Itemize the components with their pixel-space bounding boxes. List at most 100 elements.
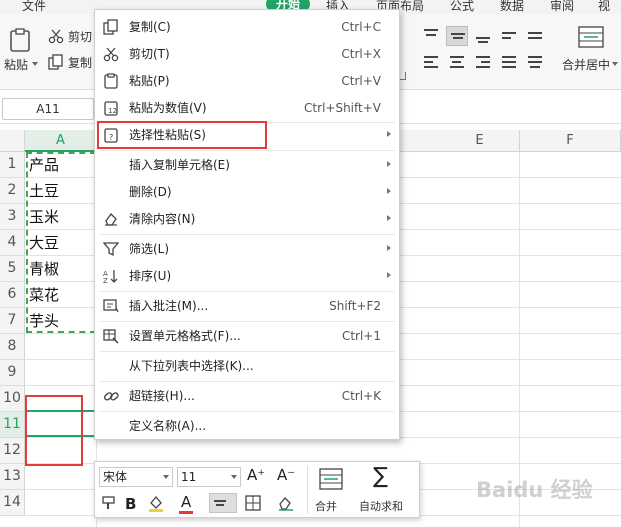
format-painter-icon[interactable] [101, 495, 117, 511]
format-cells-icon [103, 329, 119, 344]
row-header-6[interactable]: 6 [0, 282, 25, 308]
menu-item-shortcut: Ctrl+1 [341, 329, 381, 343]
merge-dropdown-arrow[interactable] [612, 62, 618, 66]
borders-icon[interactable] [245, 495, 263, 511]
autosum-button[interactable]: 自动求和 [359, 498, 403, 514]
merge-cells-icon [319, 468, 343, 490]
filter-icon [103, 242, 119, 257]
column-header-a[interactable]: A [25, 130, 97, 152]
name-box[interactable]: A11 [2, 98, 94, 120]
tab-data[interactable]: 数据 [500, 0, 524, 14]
fill-color-icon[interactable] [147, 494, 165, 512]
font-size-value: 11 [181, 470, 197, 484]
menu-item-shortcut: Ctrl+Shift+V [304, 101, 381, 115]
menu-item-paste[interactable]: 粘贴(P) Ctrl+V [95, 68, 399, 94]
paste-dropdown-arrow[interactable] [32, 62, 38, 66]
merge-center-button[interactable]: 合并居中 [562, 56, 610, 73]
submenu-arrow-icon [387, 245, 391, 251]
menu-item-define-name[interactable]: 定义名称(A)... [95, 413, 399, 439]
comment-icon [103, 299, 119, 313]
column-header-f[interactable]: F [520, 130, 621, 152]
align-middle-button[interactable] [446, 26, 468, 46]
menu-item-hyperlink[interactable]: 超链接(H)... Ctrl+K [95, 383, 399, 409]
row-header-9[interactable]: 9 [0, 360, 25, 386]
paste-icon[interactable] [8, 28, 32, 52]
cut-button[interactable]: 剪切 [68, 28, 92, 45]
tab-formula[interactable]: 公式 [450, 0, 474, 14]
distributed-button[interactable] [524, 52, 546, 72]
row-header-2[interactable]: 2 [0, 178, 25, 204]
menu-item-shortcut: Shift+F2 [329, 299, 381, 313]
menu-item-clear-contents[interactable]: 清除内容(N) [95, 206, 399, 232]
menu-item-label: 筛选(L) [129, 242, 170, 256]
merge-button[interactable]: 合并 [315, 498, 337, 514]
row-header-14[interactable]: 14 [0, 490, 25, 516]
align-center-button[interactable] [209, 493, 237, 513]
copy-icon [48, 54, 63, 70]
clear-format-icon[interactable] [277, 494, 295, 512]
menu-item-label: 粘贴(P) [129, 74, 170, 88]
submenu-arrow-icon [387, 188, 391, 194]
menu-item-copy[interactable]: 复制(C) Ctrl+C [95, 14, 399, 40]
submenu-arrow-icon [387, 161, 391, 167]
font-name-value: 宋体 [103, 470, 128, 484]
align-bottom-button[interactable] [472, 26, 494, 46]
align-right-button[interactable] [472, 52, 494, 72]
submenu-arrow-icon [387, 131, 391, 137]
row-header-12[interactable]: 12 [0, 438, 25, 464]
orientation-button[interactable] [524, 26, 546, 46]
row-header-7[interactable]: 7 [0, 308, 25, 334]
justify-button[interactable] [498, 52, 520, 72]
font-size-select[interactable]: 11 [177, 467, 241, 487]
font-name-select[interactable]: 宋体 [99, 467, 173, 487]
highlight-box-target-cell [25, 395, 83, 466]
column-header-e[interactable]: E [400, 130, 520, 152]
align-left-button[interactable] [420, 52, 442, 72]
paste-values-icon: 12 [104, 101, 118, 116]
row-header-8[interactable]: 8 [0, 334, 25, 360]
row-header-11[interactable]: 11 [0, 412, 25, 438]
menu-item-insert-comment[interactable]: 插入批注(M)... Shift+F2 [95, 293, 399, 319]
copy-button[interactable]: 复制 [68, 54, 92, 71]
context-menu: 复制(C) Ctrl+C 剪切(T) Ctrl+X 粘贴(P) Ctrl+V 1… [94, 9, 400, 440]
mini-toolbar: 宋体 11 A⁺ A⁻ B A 合并 ∑ 自动求和 [94, 461, 420, 518]
menu-item-shortcut: Ctrl+K [341, 389, 381, 403]
menu-item-label: 插入批注(M)... [129, 299, 209, 313]
row-header-13[interactable]: 13 [0, 464, 25, 490]
submenu-arrow-icon [387, 272, 391, 278]
row-header-5[interactable]: 5 [0, 256, 25, 282]
menu-item-label: 排序(U) [129, 269, 172, 283]
bold-button[interactable]: B [125, 495, 136, 513]
menu-item-cut[interactable]: 剪切(T) Ctrl+X [95, 41, 399, 67]
menu-item-format-cells[interactable]: 设置单元格格式(F)... Ctrl+1 [95, 323, 399, 349]
menu-item-shortcut: Ctrl+V [341, 74, 381, 88]
wrap-text-button[interactable] [498, 26, 520, 46]
menu-item-sort[interactable]: A Z 排序(U) [95, 263, 399, 289]
paste-button[interactable]: 粘贴 [4, 56, 28, 73]
row-header-3[interactable]: 3 [0, 204, 25, 230]
svg-text:12: 12 [108, 107, 117, 115]
watermark-logo: Baidu 经验 [476, 478, 593, 502]
menu-item-insert-copied-cells[interactable]: 插入复制单元格(E) [95, 152, 399, 178]
menu-item-pick-from-list[interactable]: 从下拉列表中选择(K)... [95, 353, 399, 379]
menu-item-label: 超链接(H)... [129, 389, 195, 403]
row-header-1[interactable]: 1 [0, 152, 25, 178]
increase-font-button[interactable]: A⁺ [247, 466, 265, 484]
align-top-button[interactable] [420, 26, 442, 46]
row-header-10[interactable]: 10 [0, 386, 25, 412]
select-all-corner[interactable] [0, 130, 25, 152]
svg-text:Z: Z [103, 277, 108, 284]
menu-item-delete[interactable]: 删除(D) [95, 179, 399, 205]
chevron-down-icon [163, 475, 169, 479]
font-color-button[interactable]: A [181, 493, 191, 511]
align-center-button[interactable] [446, 52, 468, 72]
tab-review[interactable]: 审阅 [550, 0, 574, 14]
tab-file[interactable]: 文件 [22, 0, 46, 14]
menu-item-label: 设置单元格格式(F)... [129, 329, 241, 343]
row-header-4[interactable]: 4 [0, 230, 25, 256]
menu-item-shortcut: Ctrl+X [341, 47, 381, 61]
menu-item-label: 插入复制单元格(E) [129, 158, 230, 172]
menu-item-filter[interactable]: 筛选(L) [95, 236, 399, 262]
menu-item-paste-values[interactable]: 12 粘贴为数值(V) Ctrl+Shift+V [95, 95, 399, 121]
decrease-font-button[interactable]: A⁻ [277, 466, 295, 484]
